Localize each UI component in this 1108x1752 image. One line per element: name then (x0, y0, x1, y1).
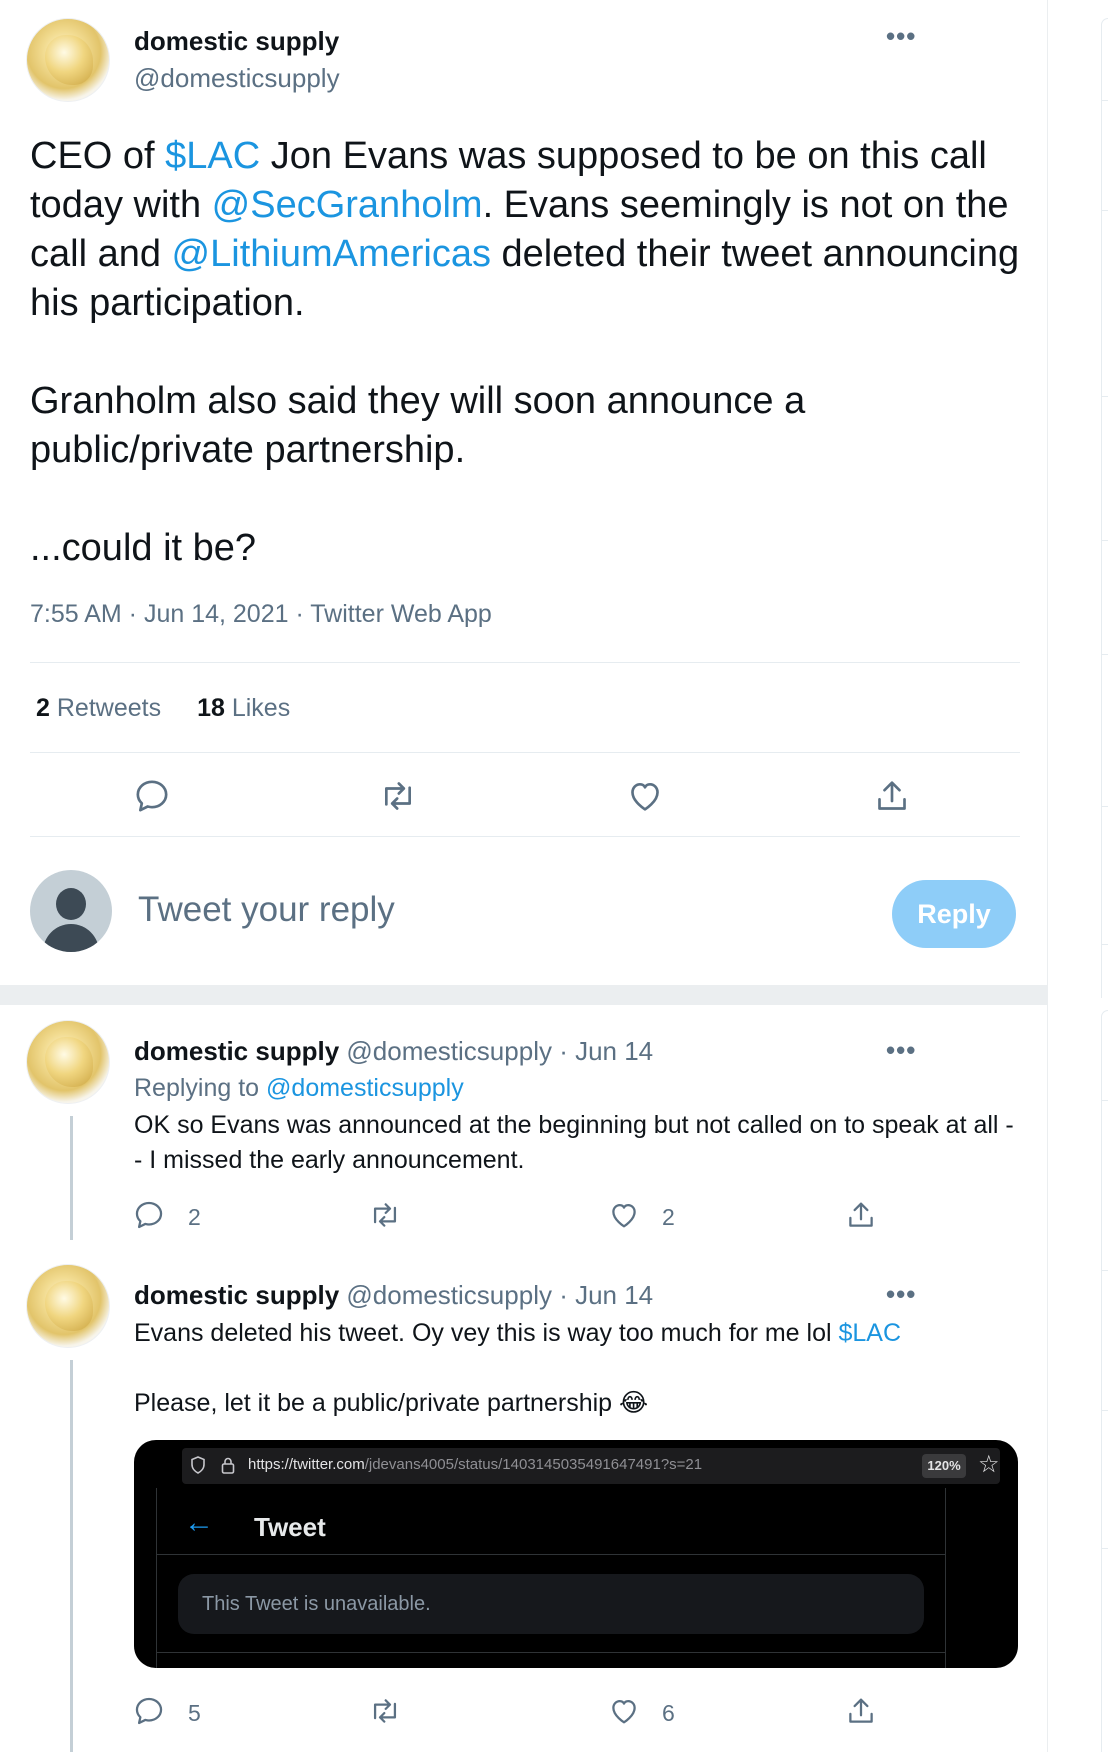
url-path: /jdevans4005/status/1403145035491647491?… (364, 1456, 703, 1473)
thread-connector (70, 1360, 73, 1752)
handle-and-date[interactable]: @domesticsupply · Jun 14 (339, 1280, 653, 1310)
reply-input[interactable]: Tweet your reply (138, 890, 395, 930)
tweet-paragraph-3: ...could it be? (30, 527, 257, 569)
mention-link[interactable]: @domesticsupply (266, 1074, 464, 1102)
tweet-timestamp[interactable]: 7:55 AM · Jun 14, 2021 · Twitter Web App (30, 600, 492, 629)
cashtag-link[interactable]: $LAC (838, 1319, 901, 1347)
like-count: 6 (662, 1700, 675, 1726)
sidebar-divider (1101, 540, 1108, 541)
like-icon[interactable] (625, 776, 665, 816)
unavailable-notice: This Tweet is unavailable. (178, 1574, 924, 1634)
retweets-stat[interactable]: 2 Retweets (36, 694, 161, 722)
thread-connector (70, 1116, 73, 1240)
share-icon[interactable] (844, 1694, 878, 1728)
more-options-icon[interactable]: ••• (886, 1281, 916, 1307)
author-name[interactable]: domestic supply (134, 1280, 339, 1310)
reply-text-line-1: Evans deleted his tweet. Oy vey this is … (134, 1316, 1014, 1351)
author-avatar[interactable] (26, 1020, 110, 1104)
sidebar-divider (1101, 806, 1108, 807)
embedded-title: Tweet (254, 1512, 326, 1542)
like-icon[interactable] (607, 1694, 641, 1728)
text-segment: CEO of (30, 135, 166, 177)
retweet-icon[interactable] (368, 1198, 402, 1232)
divider (30, 836, 1020, 837)
reply-icon[interactable] (132, 1694, 166, 1728)
embedded-divider (156, 1554, 946, 1555)
handle-and-date[interactable]: @domesticsupply · Jun 14 (339, 1036, 653, 1066)
more-options-icon[interactable]: ••• (886, 1037, 916, 1063)
embedded-divider (156, 1652, 946, 1653)
tweet-paragraph-1: CEO of $LAC Jon Evans was supposed to be… (30, 132, 1020, 328)
sidebar-card-edge (1101, 18, 1108, 998)
text-segment: Evans deleted his tweet. Oy vey this is … (134, 1319, 839, 1347)
author-avatar[interactable] (26, 18, 110, 102)
replying-prefix: Replying to (134, 1074, 267, 1102)
sidebar-divider (1101, 944, 1108, 945)
retweets-count: 2 (36, 694, 50, 722)
url-domain: https://twitter.com (248, 1456, 365, 1473)
reply-text-line-2: Please, let it be a public/private partn… (134, 1386, 1014, 1421)
sidebar-divider (1101, 1548, 1108, 1549)
bookmark-star-icon: ☆ (978, 1451, 1000, 1478)
reply-button[interactable]: Reply (892, 880, 1016, 948)
sidebar-divider (1101, 654, 1108, 655)
retweet-icon[interactable] (378, 776, 418, 816)
back-arrow-icon: ← (184, 1506, 214, 1539)
likes-label: Likes (231, 694, 291, 722)
section-separator (0, 985, 1048, 1005)
retweet-icon[interactable] (368, 1694, 402, 1728)
sidebar-divider (1101, 1270, 1108, 1271)
tweet-column: domestic supply @domesticsupply ••• CEO … (0, 0, 1048, 1752)
lock-icon (221, 1457, 235, 1474)
cashtag-link[interactable]: $LAC (165, 135, 260, 177)
text-segment: Please, let it be a public/private partn… (134, 1389, 619, 1417)
sidebar-divider (1101, 210, 1108, 211)
sidebar-divider (1101, 100, 1108, 101)
share-icon[interactable] (844, 1198, 878, 1232)
author-name[interactable]: domestic supply (134, 1036, 339, 1066)
author-handle[interactable]: @domesticsupply (134, 63, 340, 94)
sidebar-divider (1101, 1410, 1108, 1411)
tweet-stats: 2 Retweets 18 Likes (36, 694, 290, 723)
reply-header: domestic supply @domesticsupply · Jun 14 (134, 1036, 653, 1067)
reply-icon[interactable] (132, 776, 172, 816)
divider (30, 752, 1020, 753)
user-avatar[interactable] (30, 870, 112, 952)
mention-link[interactable]: @SecGranholm (212, 184, 483, 226)
sidebar-divider (1101, 1100, 1108, 1101)
reply-count: 5 (188, 1700, 201, 1726)
divider (30, 662, 1020, 663)
laughing-emoji: 😂 (619, 1389, 649, 1417)
mention-link[interactable]: @LithiumAmericas (172, 233, 491, 275)
sidebar-divider (1101, 396, 1108, 397)
attached-image[interactable]: https://twitter.com/jdevans4005/status/1… (134, 1440, 1018, 1668)
sidebar-card-edge (1101, 1010, 1108, 1752)
like-icon[interactable] (607, 1198, 641, 1232)
right-sidebar-edge (1049, 0, 1108, 1752)
reply-count: 2 (188, 1204, 201, 1230)
zoom-badge: 120% (922, 1454, 966, 1478)
author-avatar[interactable] (26, 1264, 110, 1348)
reply-header: domestic supply @domesticsupply · Jun 14 (134, 1280, 653, 1311)
reply-icon[interactable] (132, 1198, 166, 1232)
likes-count: 18 (197, 694, 225, 722)
reply-text: OK so Evans was announced at the beginni… (134, 1111, 1014, 1174)
likes-stat[interactable]: 18 Likes (197, 694, 290, 722)
url-text: https://twitter.com/jdevans4005/status/1… (248, 1456, 702, 1473)
author-name[interactable]: domestic supply (134, 26, 339, 57)
more-options-icon[interactable]: ••• (886, 23, 916, 49)
replying-to: Replying to @domesticsupply (134, 1074, 464, 1103)
tweet-text: CEO of $LAC Jon Evans was supposed to be… (30, 132, 1020, 622)
tweet-paragraph-2: Granholm also said they will soon announ… (30, 380, 806, 471)
share-icon[interactable] (872, 776, 912, 816)
retweets-label: Retweets (56, 694, 162, 722)
like-count: 2 (662, 1204, 675, 1230)
shield-icon (191, 1456, 205, 1474)
